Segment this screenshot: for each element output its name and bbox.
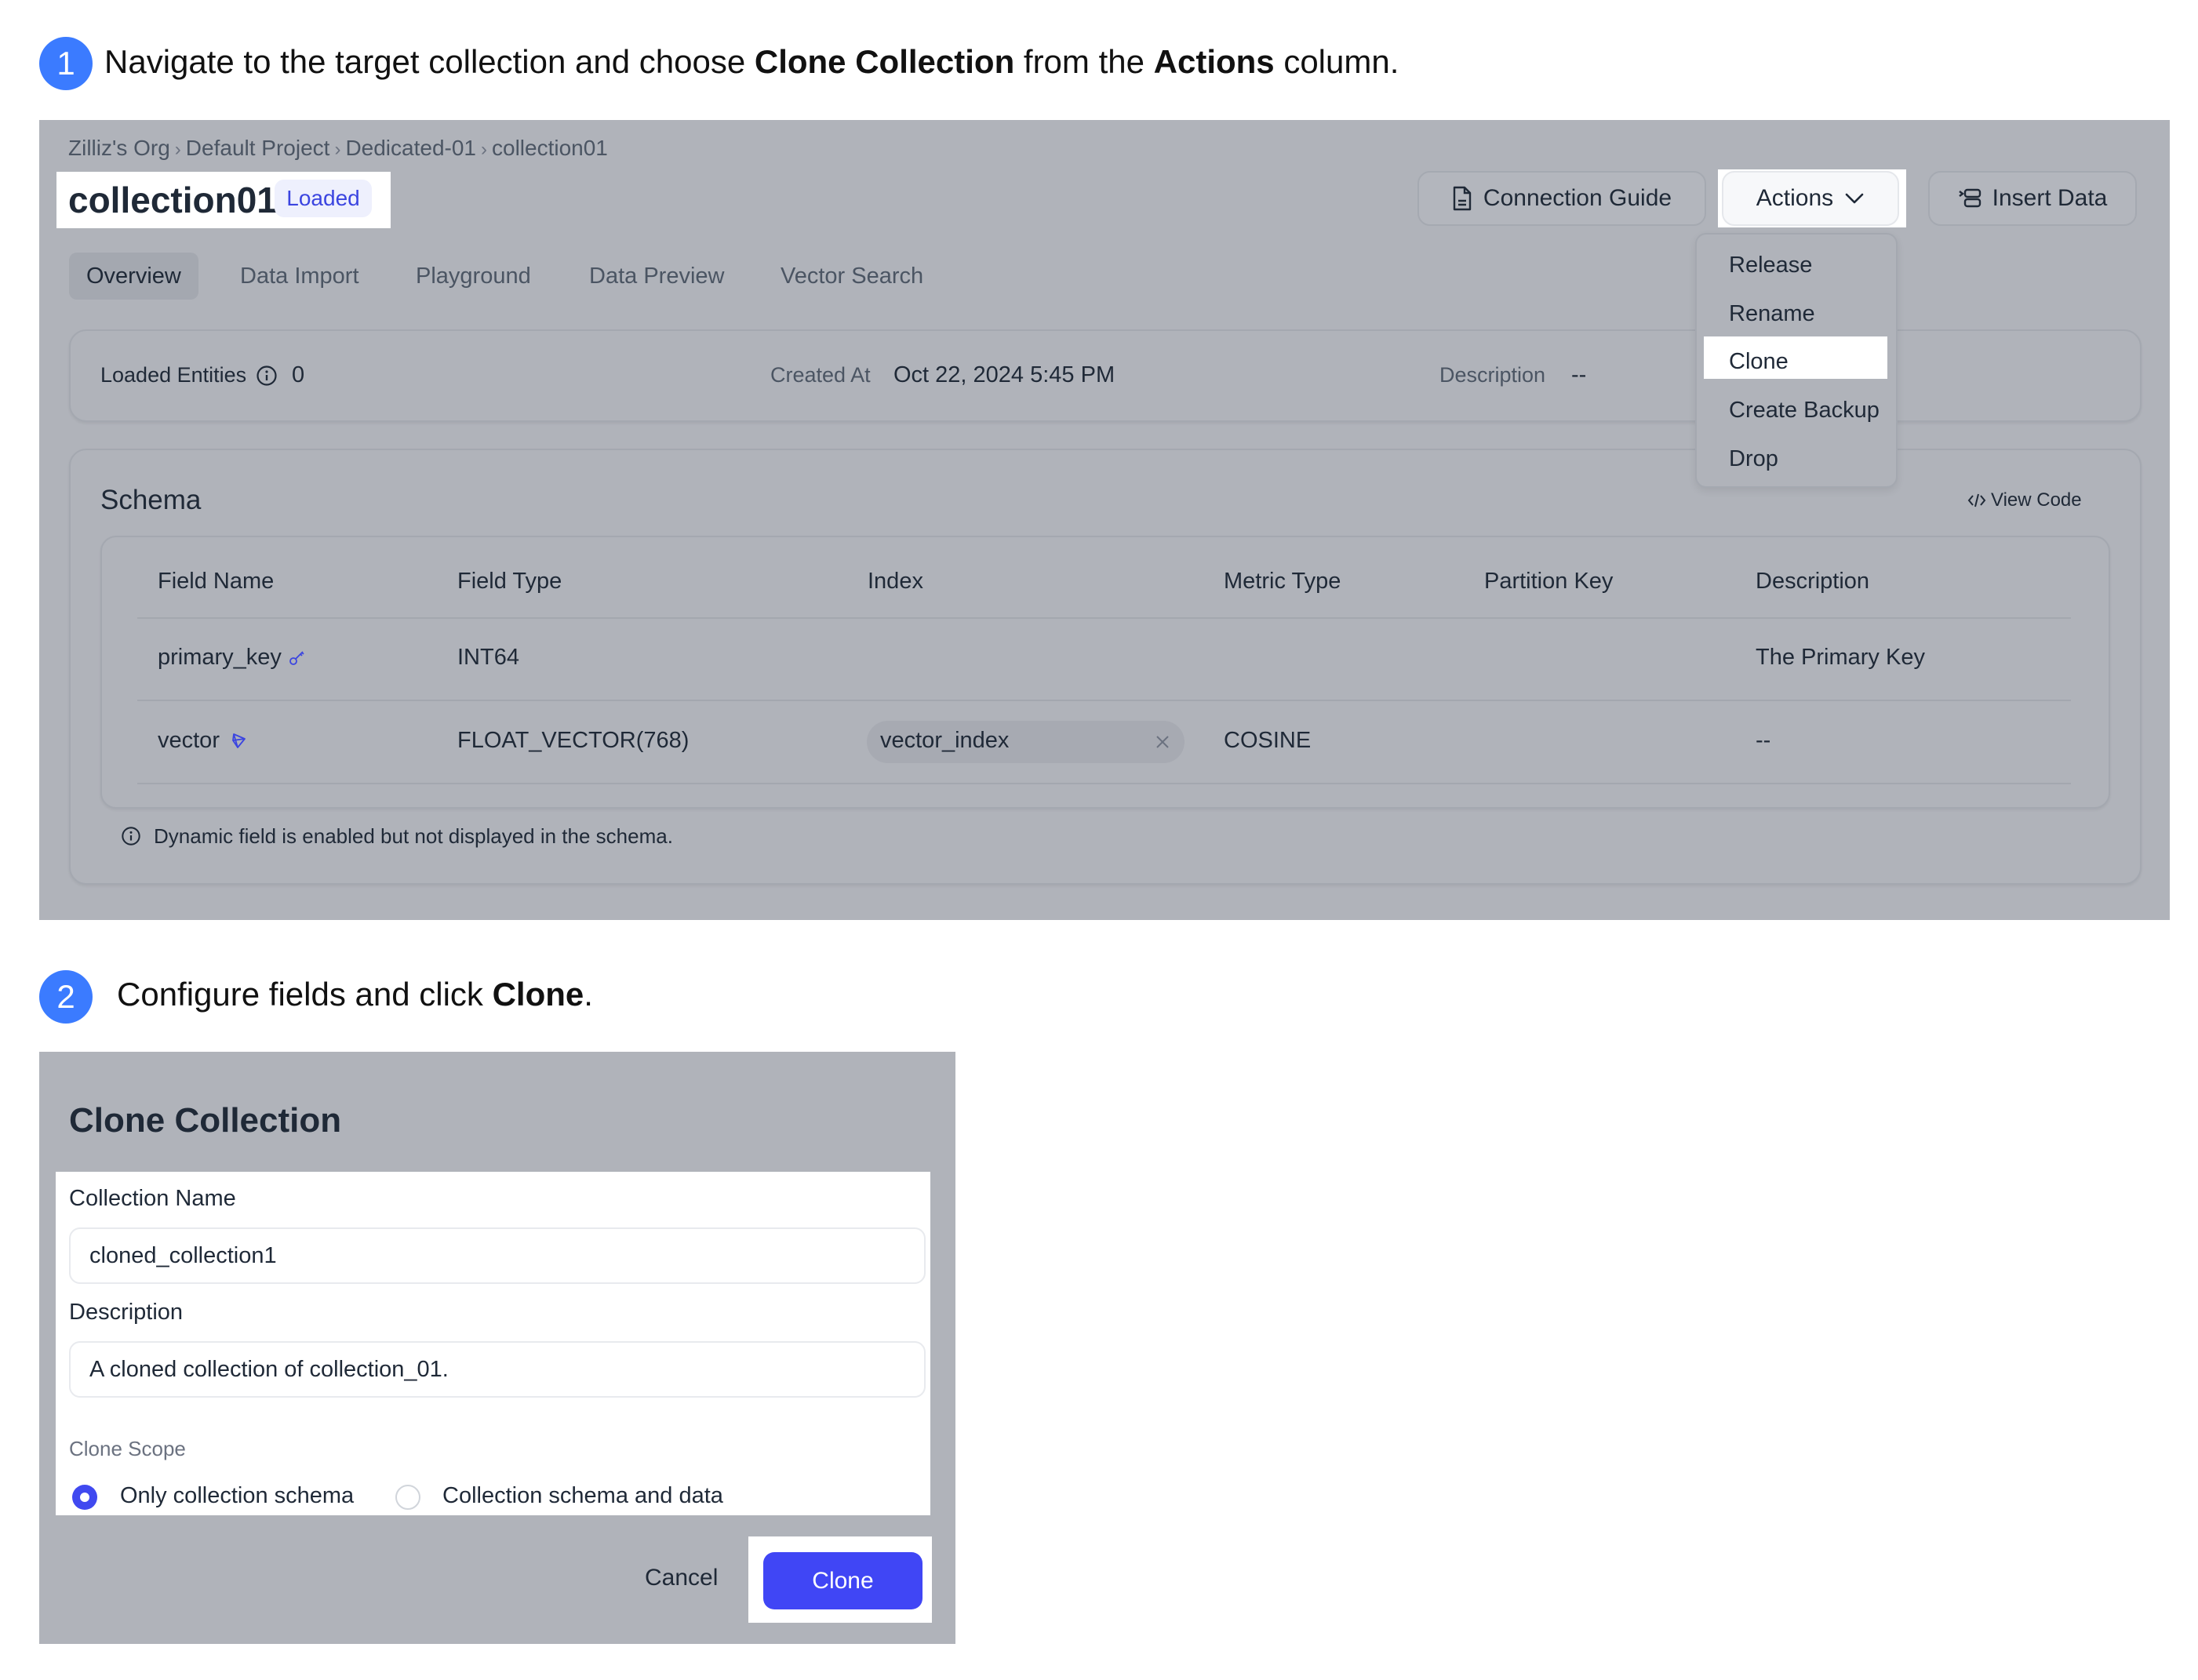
breadcrumb-item-project[interactable]: Default Project [186,136,330,160]
cancel-button[interactable]: Cancel [645,1565,718,1591]
actions-label: Actions [1756,185,1834,211]
metric-type-cell: COSINE [1224,728,1312,753]
radio-schema-and-data-label[interactable]: Collection schema and data [442,1483,723,1509]
connection-guide-label: Connection Guide [1483,185,1672,211]
insert-data-label: Insert Data [1992,185,2108,211]
instruction-text: column. [1274,43,1399,80]
instruction-emphasis: Clone [492,976,584,1013]
radio-only-schema-label[interactable]: Only collection schema [120,1483,354,1509]
instruction-text: . [584,976,593,1013]
description-cell: -- [1756,728,1771,753]
document-icon [1452,186,1472,211]
description-label: Description [1439,363,1546,387]
breadcrumb-separator: › [481,139,487,160]
row-divider [137,700,2071,701]
menu-item-rename[interactable]: Rename [1729,301,1815,327]
created-at-value: Oct 22, 2024 5:45 PM [893,362,1115,387]
description-value: -- [1571,362,1587,387]
clone-button[interactable]: Clone [763,1552,923,1609]
tab-vector-search[interactable]: Vector Search [763,253,941,300]
chevron-down-icon [1844,192,1865,205]
step-1-badge: 1 [39,37,93,90]
menu-item-release[interactable]: Release [1729,253,1812,278]
loaded-entities-value: 0 [292,362,305,387]
breadcrumb: Zilliz's Org › Default Project › Dedicated-0… [68,136,608,161]
description-label: Description [69,1300,184,1325]
index-cell: vector_index [880,728,1010,753]
code-icon [1967,493,1986,508]
status-badge: Loaded [275,180,372,217]
row-divider [137,783,2071,784]
instruction-emphasis: Actions [1153,43,1275,80]
collection-name-input[interactable]: cloned_collection1 [69,1227,926,1284]
dynamic-field-note: Dynamic field is enabled but not display… [154,824,673,848]
column-header-metric-type: Metric Type [1224,569,1341,594]
tab-playground[interactable]: Playground [398,253,548,300]
schema-title: Schema [100,485,202,515]
tab-overview[interactable]: Overview [69,253,198,300]
breadcrumb-item-collection: collection01 [492,136,608,160]
instruction-text: Configure fields and click [117,976,493,1013]
insert-data-icon [1958,187,1981,209]
tab-data-preview[interactable]: Data Preview [572,253,741,300]
menu-item-drop[interactable]: Drop [1729,446,1778,472]
instruction-emphasis: Clone Collection [754,43,1015,80]
radio-schema-and-data[interactable] [395,1485,420,1510]
column-header-partition-key: Partition Key [1484,569,1614,594]
key-icon [289,649,306,667]
breadcrumb-separator: › [174,139,181,160]
clone-scope-label: Clone Scope [69,1437,186,1460]
row-divider [137,617,2071,619]
breadcrumb-item-org[interactable]: Zilliz's Org [68,136,170,160]
info-icon [121,826,141,846]
breadcrumb-separator: › [334,139,341,160]
info-icon[interactable] [256,365,278,387]
description-cell: The Primary Key [1756,645,1925,670]
page-title: collection01 [68,180,277,220]
breadcrumb-item-cluster[interactable]: Dedicated-01 [345,136,476,160]
field-name-cell: primary_key [158,645,282,670]
field-type-cell: INT64 [457,645,519,670]
menu-item-clone[interactable]: Clone [1729,349,1789,375]
insert-data-button[interactable]: Insert Data [1928,171,2137,226]
connection-guide-button[interactable]: Connection Guide [1417,171,1706,226]
actions-button[interactable]: Actions [1722,171,1899,226]
instruction-text: Navigate to the target collection and ch… [104,43,755,80]
created-at-label: Created At [770,363,871,387]
description-input[interactable]: A cloned collection of collection_01. [69,1341,926,1398]
step-1-instruction: Navigate to the target collection and ch… [104,43,1399,81]
collection-name-label: Collection Name [69,1186,236,1211]
step-2-badge: 2 [39,970,93,1024]
close-icon[interactable] [1155,734,1170,750]
menu-item-create-backup[interactable]: Create Backup [1729,398,1880,424]
radio-only-schema[interactable] [72,1485,97,1510]
column-header-field-name: Field Name [158,569,275,594]
vector-icon [230,731,249,750]
field-name-cell: vector [158,728,220,753]
field-type-cell: FLOAT_VECTOR(768) [457,728,690,753]
step-2-instruction: Configure fields and click Clone. [117,976,593,1013]
view-code-link[interactable]: View Code [1967,489,2082,511]
column-header-field-type: Field Type [457,569,562,594]
dialog-title: Clone Collection [69,1101,342,1140]
tab-data-import[interactable]: Data Import [223,253,377,300]
instruction-text: from the [1014,43,1154,80]
column-header-index: Index [868,569,923,594]
view-code-label: View Code [1991,489,2082,511]
loaded-entities-label: Loaded Entities [100,363,247,387]
column-header-description: Description [1756,569,1870,594]
